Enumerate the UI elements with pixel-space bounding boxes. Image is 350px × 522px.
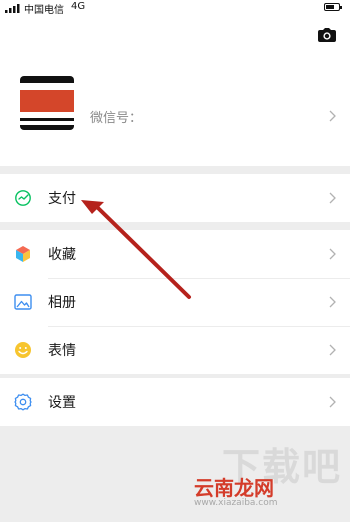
menu-item-favorites[interactable]: 收藏 <box>0 230 350 278</box>
profile-header[interactable]: 微信号： <box>0 16 350 166</box>
menu-item-pay[interactable]: 支付 <box>0 174 350 222</box>
wallet-icon <box>15 190 31 206</box>
watermark-brand: 云南龙网 <box>194 476 274 500</box>
chevron-right-icon <box>329 192 336 204</box>
menu-item-label: 支付 <box>48 191 76 207</box>
chevron-right-icon <box>329 110 336 122</box>
menu-item-label: 设置 <box>48 395 76 411</box>
carrier-name: 中国电信 <box>24 5 64 16</box>
gear-icon <box>14 393 32 411</box>
signal-icon <box>5 4 20 13</box>
smile-icon <box>15 342 31 358</box>
network-type: 4G <box>71 1 86 12</box>
watermark-url: www.xiazaiba.com <box>194 498 278 508</box>
collections-section: 收藏 相册 表情 <box>0 230 350 374</box>
status-bar: 中国电信 4G <box>0 0 350 16</box>
menu-item-label: 相册 <box>48 295 76 311</box>
watermark: 下载吧 云南龙网 www.xiazaiba.com <box>192 436 342 516</box>
settings-section: 设置 <box>0 378 350 426</box>
menu-item-label: 收藏 <box>48 247 76 263</box>
pay-section: 支付 <box>0 174 350 222</box>
menu-item-stickers[interactable]: 表情 <box>0 326 350 374</box>
chevron-right-icon <box>329 248 336 260</box>
chevron-right-icon <box>329 344 336 356</box>
wechat-id-label: 微信号： <box>90 111 143 126</box>
camera-icon[interactable] <box>318 28 336 42</box>
menu-item-album[interactable]: 相册 <box>0 278 350 326</box>
battery-icon <box>324 3 342 11</box>
avatar-image <box>20 76 74 130</box>
chevron-right-icon <box>329 296 336 308</box>
avatar[interactable] <box>20 76 74 130</box>
cube-icon <box>16 246 30 262</box>
menu-item-settings[interactable]: 设置 <box>0 378 350 426</box>
menu-item-label: 表情 <box>48 343 76 359</box>
chevron-right-icon <box>329 396 336 408</box>
image-icon <box>14 294 32 310</box>
